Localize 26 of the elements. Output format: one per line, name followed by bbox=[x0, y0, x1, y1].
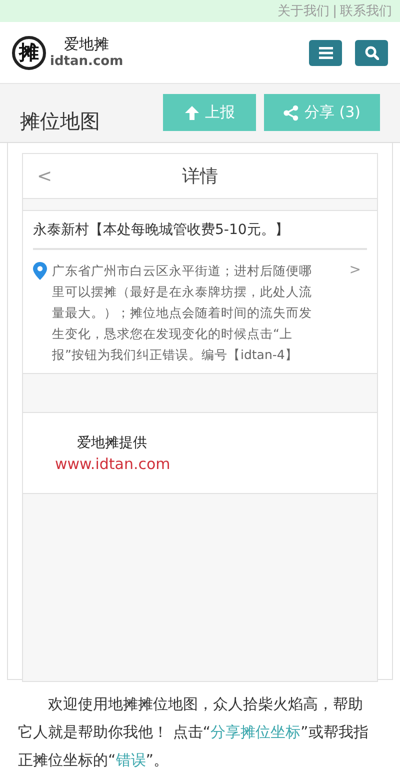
intro-link[interactable]: 分享摊位坐标 bbox=[210, 723, 301, 741]
share-button[interactable]: 分享 (3) bbox=[264, 94, 380, 131]
logo-name: 爱地摊 bbox=[63, 37, 110, 52]
intro-paragraph: 欢迎使用地摊摊位地图，众人拾柴火焰高，帮助它人就是帮助你我他！ 点击“分享摊位坐标”或帮我指正摊位坐标的“错误”。 bbox=[18, 694, 370, 771]
spot-address: 广东省广州市白云区永平街道；进村后随便哪里可以摆摊（最好是在永泰牌坊摆，此处人流量最大。）；摊位地点会随着时间的流失而发生变化，恳求您在发现变化的时候点击“上报”按钮为我们纠正错误。编号【idtan-4】 bbox=[52, 262, 313, 364]
report-button[interactable]: 上报 bbox=[163, 94, 256, 131]
page-title: 摊位地图 bbox=[20, 108, 100, 135]
top-link[interactable]: 关于我们 bbox=[278, 2, 330, 20]
up-arrow-icon bbox=[184, 104, 200, 120]
logo-domain: idtan.com bbox=[50, 55, 124, 68]
top-link[interactable]: 联系我们 bbox=[340, 2, 392, 20]
detail-title: 详情 bbox=[182, 165, 218, 188]
intro-link[interactable]: 错误 bbox=[116, 751, 146, 769]
separator: | bbox=[332, 4, 337, 18]
spot-name: 永泰新村【本处每晚城管收费5-10元。】 bbox=[33, 211, 367, 250]
provider-text: 爱地摊提供 bbox=[77, 434, 148, 452]
search-button[interactable] bbox=[355, 40, 388, 66]
back-button[interactable]: < bbox=[37, 166, 52, 186]
location-pin-icon bbox=[33, 262, 47, 280]
menu-button[interactable] bbox=[309, 40, 342, 66]
search-icon bbox=[364, 46, 378, 60]
menu-icon bbox=[318, 46, 332, 58]
share-icon bbox=[283, 104, 300, 120]
logo-mark: 摊 bbox=[12, 36, 46, 70]
provider-url: www.idtan.com bbox=[55, 454, 172, 472]
chevron-button[interactable]: > bbox=[343, 260, 367, 279]
